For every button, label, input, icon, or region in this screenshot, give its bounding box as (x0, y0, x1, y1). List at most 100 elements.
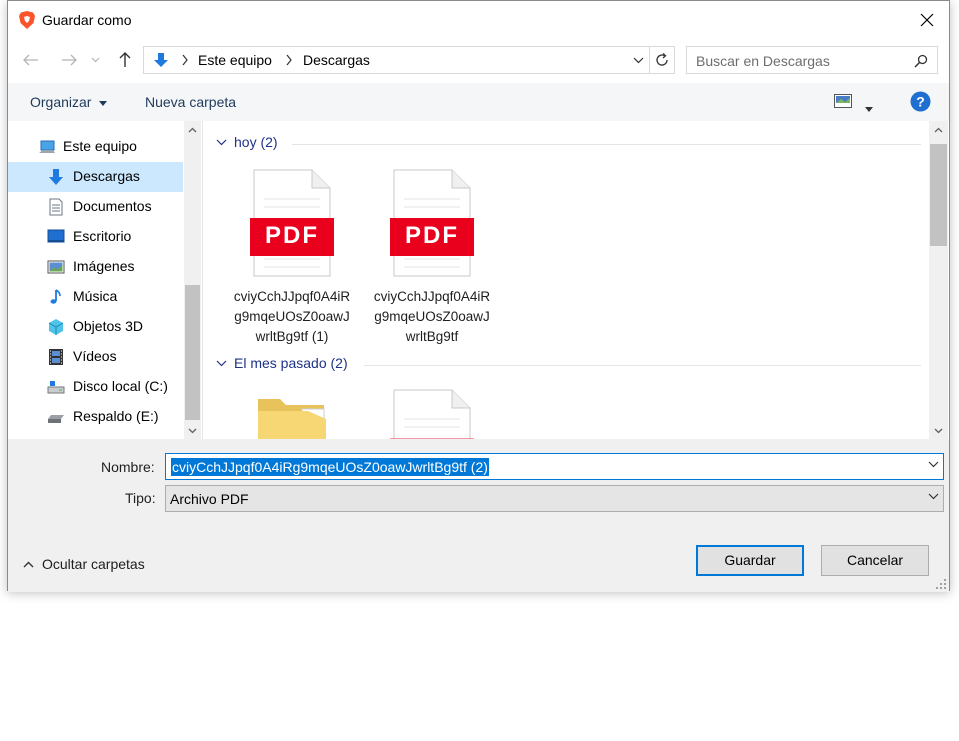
pdf-badge: PDF (265, 222, 319, 249)
cancel-button[interactable]: Cancelar (821, 545, 929, 576)
address-divider (649, 47, 650, 73)
sidebar-item-musica[interactable]: Música (8, 282, 183, 312)
search-icon (914, 54, 928, 68)
chevron-up-icon (934, 127, 943, 132)
refresh-icon[interactable] (654, 52, 670, 68)
save-as-dialog: Guardar como Este equipo Descargas Busca… (7, 0, 950, 592)
group-header-hoy[interactable]: hoy (2) (216, 134, 921, 154)
chevron-down-icon[interactable] (928, 461, 939, 468)
sidebar-item-respaldo[interactable]: Respaldo (E:) (8, 402, 183, 432)
pdf-file-icon: PDF (250, 169, 334, 277)
sidebar-item-descargas[interactable]: Descargas (8, 162, 183, 192)
organize-label: Organizar (30, 94, 92, 110)
scrollbar-thumb[interactable] (930, 144, 947, 246)
chevron-down-icon (934, 428, 943, 433)
chevron-down-icon[interactable] (633, 57, 644, 64)
sidebar-item-label: Documentos (73, 198, 152, 214)
file-list-scrollbar[interactable] (929, 121, 948, 439)
sidebar-item-imagenes[interactable]: Imágenes (8, 252, 183, 282)
sidebar-item-label: Este equipo (63, 138, 137, 154)
music-icon (50, 289, 61, 304)
save-form: Nombre: cviyCchJJpqf0A4iRg9mqeUOsZ0oawJw… (8, 439, 949, 592)
brave-browser-icon (19, 11, 35, 29)
pictures-icon (47, 260, 65, 274)
navigation-pane: Este equipo Descargas Documentos Escrito… (8, 121, 203, 439)
chevron-down-icon (91, 57, 99, 63)
sidebar-item-documentos[interactable]: Documentos (8, 192, 183, 222)
forward-button[interactable] (56, 47, 82, 73)
scroll-down-button[interactable] (929, 422, 948, 439)
download-icon (49, 169, 63, 185)
sidebar-item-label: Imágenes (73, 258, 135, 274)
arrow-right-icon (62, 54, 77, 66)
sidebar-item-objetos-3d[interactable]: Objetos 3D (8, 312, 183, 342)
chevron-down-icon (216, 360, 227, 367)
sidebar-item-label: Escritorio (73, 228, 132, 244)
file-list: hoy (2) PDF cviyCchJJpqf0A4iRg9mqeUOsZ0o… (203, 121, 928, 439)
resize-grip-icon[interactable] (935, 578, 947, 590)
sidebar-item-escritorio[interactable]: Escritorio (8, 222, 183, 252)
file-name-value: cviyCchJJpqf0A4iRg9mqeUOsZ0oawJwrltBg9tf… (171, 458, 489, 476)
search-input[interactable]: Buscar en Descargas (696, 53, 830, 69)
navigation-bar: Este equipo Descargas Buscar en Descarga… (8, 39, 949, 83)
hide-folders-label: Ocultar carpetas (42, 556, 145, 572)
close-button[interactable] (905, 1, 949, 39)
help-button[interactable]: ? (910, 91, 931, 115)
group-divider (364, 365, 921, 366)
change-view-button[interactable] (834, 94, 852, 111)
scroll-up-button[interactable] (184, 121, 201, 138)
folder-icon (250, 389, 334, 439)
up-button[interactable] (112, 47, 138, 73)
name-label: Nombre: (101, 459, 155, 475)
view-icon (834, 94, 852, 108)
scrollbar-thumb[interactable] (185, 285, 200, 420)
breadcrumb-descargas[interactable]: Descargas (303, 52, 370, 68)
address-bar[interactable]: Este equipo Descargas (143, 46, 675, 74)
sidebar-item-este-equipo[interactable]: Este equipo (8, 132, 183, 162)
chevron-down-icon (928, 493, 939, 500)
chevron-right-icon (286, 54, 292, 66)
scroll-up-button[interactable] (929, 121, 948, 138)
save-button[interactable]: Guardar (696, 545, 804, 576)
removable-drive-icon (48, 415, 64, 423)
svg-text:?: ? (916, 94, 925, 110)
title-bar: Guardar como (8, 1, 949, 39)
sidebar-item-label: Disco local (C:) (73, 378, 168, 394)
organize-menu-button[interactable]: Organizar (30, 94, 108, 110)
documents-icon (49, 198, 63, 216)
sidebar-item-videos[interactable]: Vídeos (8, 342, 183, 372)
group-header-el-mes-pasado[interactable]: El mes pasado (2) (216, 355, 921, 375)
recent-locations-button[interactable] (88, 47, 102, 73)
sidebar-scrollbar[interactable] (184, 121, 201, 439)
sidebar-item-label: Objetos 3D (73, 318, 144, 334)
new-folder-button[interactable]: Nueva carpeta (145, 94, 236, 110)
back-button[interactable] (18, 47, 44, 73)
sidebar-item-label: Descargas (73, 168, 140, 184)
caret-down-icon (99, 100, 108, 106)
sidebar-item-disco-local[interactable]: Disco local (C:) (8, 372, 183, 402)
arrow-left-icon (23, 54, 38, 66)
file-type-select[interactable]: Archivo PDF (165, 485, 944, 512)
group-divider (292, 144, 921, 145)
view-options-button[interactable] (865, 99, 873, 115)
help-icon: ? (910, 91, 931, 112)
arrow-up-icon (119, 52, 131, 67)
chevron-up-icon (188, 127, 197, 132)
hide-folders-button[interactable]: Ocultar carpetas (20, 556, 170, 576)
file-type-value: Archivo PDF (170, 491, 249, 507)
search-box[interactable]: Buscar en Descargas (686, 46, 938, 74)
chevron-down-icon (188, 428, 197, 433)
sidebar-item-label: Vídeos (73, 348, 117, 364)
close-icon (920, 13, 934, 27)
computer-icon (39, 140, 55, 153)
command-toolbar: Organizar Nueva carpeta ? (8, 83, 949, 122)
breadcrumb-este-equipo[interactable]: Este equipo (198, 52, 272, 68)
file-name-field[interactable]: cviyCchJJpqf0A4iRg9mqeUOsZ0oawJwrltBg9tf… (165, 453, 944, 480)
sidebar-item-label: Música (73, 288, 118, 304)
pdf-file-icon: PDF (390, 169, 474, 277)
group-label: El mes pasado (2) (234, 355, 348, 371)
pdf-badge: PDF (405, 222, 459, 249)
scroll-down-button[interactable] (184, 422, 201, 439)
local-disk-icon (47, 381, 65, 394)
file-icon (390, 389, 474, 439)
